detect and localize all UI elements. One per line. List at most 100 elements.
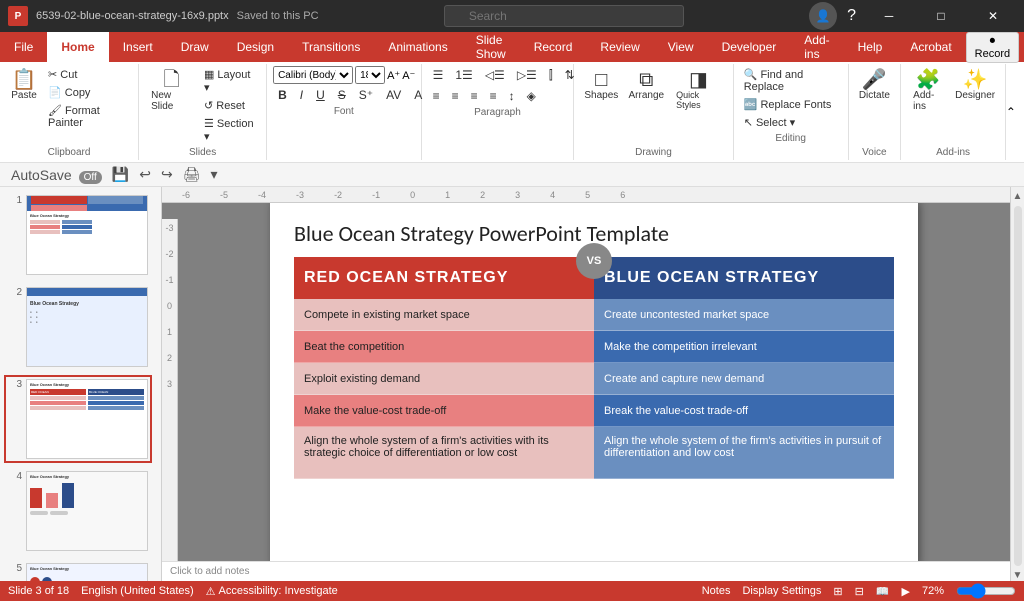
bullets-button[interactable]: ☰ xyxy=(428,66,449,85)
red-ocean-header: RED OCEAN STRATEGY xyxy=(294,257,594,299)
copy-button[interactable]: 📄 Copy xyxy=(44,84,132,101)
underline-button[interactable]: U xyxy=(311,86,330,104)
tab-review[interactable]: Review xyxy=(586,32,653,62)
paste-button[interactable]: 📋 Paste xyxy=(6,66,42,105)
title-bar-right: 👤 ? ─ □ ✕ xyxy=(809,0,1016,32)
tab-transitions[interactable]: Transitions xyxy=(288,32,374,62)
dictate-button[interactable]: 🎤 Dictate xyxy=(853,66,896,105)
strikethrough-button[interactable]: S xyxy=(333,86,351,104)
bold-button[interactable]: B xyxy=(273,86,292,104)
close-button[interactable]: ✕ xyxy=(970,0,1016,32)
smartart-button[interactable]: ◈ xyxy=(522,87,541,105)
ribbon-content: 📋 Paste ✂ Cut 📄 Copy 🖌 Format Painter Cl… xyxy=(0,62,1024,163)
right-scroll-panel: ▲ ▼ xyxy=(1010,187,1024,581)
font-family-select[interactable]: Calibri (Body) xyxy=(273,66,353,84)
font-group: Calibri (Body) 18 A⁺ A⁻ B I U S S⁺ AV A … xyxy=(267,64,422,160)
para-row2: ≡ ≡ ≡ ≡ ↕ ◈ xyxy=(428,87,568,105)
voice-group: 🎤 Dictate Voice xyxy=(849,64,902,160)
maximize-button[interactable]: □ xyxy=(918,0,964,32)
tab-slideshow[interactable]: Slide Show xyxy=(462,32,520,62)
reset-button[interactable]: ↺ Reset xyxy=(200,97,260,114)
tab-design[interactable]: Design xyxy=(223,32,288,62)
tab-help[interactable]: Help xyxy=(844,32,897,62)
increase-indent-button[interactable]: ▷☰ xyxy=(512,66,542,85)
line-spacing-button[interactable]: ↕ xyxy=(504,87,520,105)
slide-thumb-5[interactable]: 5 Blue Ocean Strategy xyxy=(4,559,152,581)
char-spacing-button[interactable]: AV xyxy=(381,86,406,104)
italic-button[interactable]: I xyxy=(295,86,308,104)
slide-thumb-3[interactable]: 3 Blue Ocean Strategy RED OCEAN xyxy=(4,375,152,463)
decrease-indent-button[interactable]: ◁☰ xyxy=(480,66,510,85)
text-shadow-button[interactable]: S⁺ xyxy=(354,86,378,104)
font-row1: Calibri (Body) 18 A⁺ A⁻ xyxy=(273,66,415,84)
tab-file[interactable]: File xyxy=(0,32,47,62)
scroll-down-button[interactable]: ▼ xyxy=(1013,570,1023,581)
increase-font-button[interactable]: A⁺ xyxy=(387,69,400,82)
align-center-button[interactable]: ≡ xyxy=(447,87,464,105)
view-slideshow-button[interactable]: ▶ xyxy=(902,585,910,598)
autosave-toggle[interactable]: AutoSave Off xyxy=(8,166,105,184)
customize-qa-button[interactable]: ▾ xyxy=(207,165,220,184)
tab-acrobat[interactable]: Acrobat xyxy=(896,32,965,62)
select-button[interactable]: ↖ Select ▾ xyxy=(740,114,842,131)
minimize-button[interactable]: ─ xyxy=(866,0,912,32)
align-right-button[interactable]: ≡ xyxy=(466,87,483,105)
language: English (United States) xyxy=(81,585,194,597)
blue-row-5: Align the whole system of the firm's act… xyxy=(594,427,894,479)
notes-label: Click to add notes xyxy=(170,566,250,577)
new-slide-button[interactable]: 🗋 New Slide xyxy=(145,66,198,116)
columns-button[interactable]: ⫿ xyxy=(544,66,558,85)
slide-thumb-2[interactable]: 2 Blue Ocean Strategy ● ● ● ● ● xyxy=(4,283,152,371)
tab-home[interactable]: Home xyxy=(47,32,108,62)
slides-label: Slides xyxy=(189,147,216,158)
view-normal-button[interactable]: ⊞ xyxy=(833,585,842,598)
find-replace-button[interactable]: 🔍 Find and Replace xyxy=(740,66,842,95)
display-settings-button[interactable]: Display Settings xyxy=(742,585,821,597)
addins-button[interactable]: 🧩 Add-ins xyxy=(907,66,949,116)
slide-thumb-1[interactable]: 1 Blue Ocean Strategy xyxy=(4,191,152,279)
layout-button[interactable]: ▦ Layout ▾ xyxy=(200,66,260,96)
justify-button[interactable]: ≡ xyxy=(485,87,502,105)
view-reading-button[interactable]: 📖 xyxy=(876,585,890,598)
tab-insert[interactable]: Insert xyxy=(109,32,167,62)
view-sorter-button[interactable]: ⊟ xyxy=(855,585,864,598)
tab-draw[interactable]: Draw xyxy=(167,32,223,62)
quick-styles-button[interactable]: ◨ Quick Styles xyxy=(670,66,727,114)
tab-developer[interactable]: Developer xyxy=(708,32,791,62)
format-painter-button[interactable]: 🖌 Format Painter xyxy=(44,102,132,131)
decrease-font-button[interactable]: A⁻ xyxy=(402,69,415,82)
slide-thumb-4[interactable]: 4 Blue Ocean Strategy xyxy=(4,467,152,555)
tab-addins[interactable]: Add-ins xyxy=(790,32,843,62)
print-preview-button[interactable]: 🖨 xyxy=(180,165,204,184)
accessibility-status[interactable]: ⚠ Accessibility: Investigate xyxy=(206,585,338,598)
clipboard-label: Clipboard xyxy=(48,147,91,158)
search-input[interactable] xyxy=(444,5,684,27)
quick-styles-label: Quick Styles xyxy=(676,90,721,110)
slide-info: Slide 3 of 18 xyxy=(8,585,69,597)
shapes-button[interactable]: □ Shapes xyxy=(580,66,622,105)
font-size-select[interactable]: 18 xyxy=(355,66,385,84)
replace-fonts-button[interactable]: 🔤 Replace Fonts xyxy=(740,96,842,113)
section-button[interactable]: ☰ Section ▾ xyxy=(200,115,260,145)
notes-button[interactable]: Notes xyxy=(702,585,731,597)
scroll-up-button[interactable]: ▲ xyxy=(1013,191,1023,202)
zoom-slider[interactable] xyxy=(956,583,1016,599)
redo-button[interactable]: ↪ xyxy=(158,165,176,184)
cut-button[interactable]: ✂ Cut xyxy=(44,66,132,83)
align-left-button[interactable]: ≡ xyxy=(428,87,445,105)
help-icon[interactable]: ? xyxy=(843,7,860,25)
slide-preview-2: Blue Ocean Strategy ● ● ● ● ● ● xyxy=(26,287,148,367)
numbering-button[interactable]: 1☰ xyxy=(450,66,477,85)
arrange-button[interactable]: ⧉ Arrange xyxy=(624,66,668,105)
undo-button[interactable]: ↩ xyxy=(136,165,154,184)
record-button[interactable]: ⏺ Record xyxy=(966,32,1019,63)
tab-animations[interactable]: Animations xyxy=(374,32,461,62)
designer-button[interactable]: ✨ Designer xyxy=(951,66,999,105)
tab-record[interactable]: Record xyxy=(520,32,587,62)
ribbon-collapse-button[interactable]: ⌃ xyxy=(1006,64,1024,160)
scroll-thumb[interactable] xyxy=(1014,206,1022,566)
save-button[interactable]: 💾 xyxy=(109,165,132,184)
comparison-area: VS RED OCEAN STRATEGY Compete in existin… xyxy=(270,257,918,561)
slide-num-4: 4 xyxy=(8,471,22,482)
tab-view[interactable]: View xyxy=(654,32,708,62)
